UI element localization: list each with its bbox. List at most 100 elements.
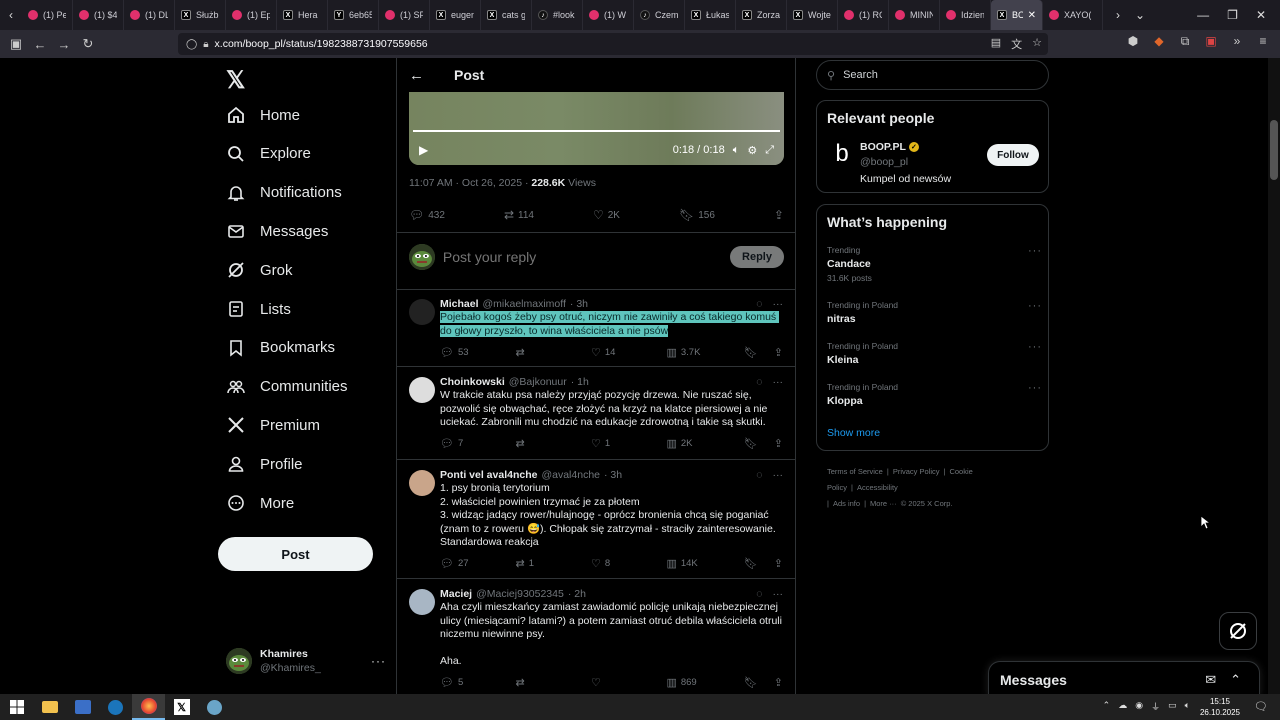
extension-badge-icon[interactable]: ▣	[1202, 34, 1220, 49]
reply-author-handle[interactable]: @Maciej93052345	[476, 588, 564, 600]
browser-tab[interactable]: (1) W	[583, 0, 634, 30]
views-action[interactable]: ▥ 2K	[666, 437, 743, 450]
tray-expand-icon[interactable]: ⌃	[1103, 700, 1111, 713]
reply-button[interactable]: Reply	[730, 246, 784, 268]
volume-icon[interactable]: 🔈︎	[733, 144, 740, 157]
minimize-icon[interactable]: —	[1197, 8, 1209, 22]
notifications-tray-icon[interactable]: 🗨︎	[1254, 700, 1268, 713]
steam-icon[interactable]	[99, 694, 132, 720]
url-bar[interactable]: ◯ 🔒︎ x.com/boop_pl/status/19823887319075…	[178, 33, 1048, 55]
share-icon[interactable]: ⇪	[774, 346, 783, 359]
browser-tab[interactable]: Xcats g	[481, 0, 532, 30]
reply-post[interactable]: Michael @mikaelmaximoff · 3h ◌ ··· Pojebało k…	[397, 291, 795, 359]
heart-action[interactable]: ♡ 8	[591, 557, 666, 570]
reload-icon[interactable]: ↻	[76, 36, 100, 52]
forward-icon[interactable]: →	[52, 37, 76, 52]
lock-icon[interactable]: 🔒︎	[203, 39, 208, 50]
video-progress-bar[interactable]	[413, 130, 780, 132]
bookmark-action[interactable]: 🔖︎ 156	[679, 208, 715, 222]
repost-action[interactable]: ⇄ 114	[504, 208, 534, 222]
more-options-icon[interactable]: ···	[773, 376, 784, 388]
browser-tab[interactable]: Idzien	[940, 0, 991, 30]
avatar[interactable]	[409, 470, 435, 496]
scrollbar-thumb[interactable]	[1270, 120, 1278, 180]
app-menu-icon[interactable]: ≡	[1254, 34, 1272, 49]
boop-avatar[interactable]: b	[829, 140, 855, 167]
reply-action[interactable]: 💬︎ 27	[440, 557, 515, 570]
start-icon[interactable]	[0, 694, 33, 720]
tab-scroll-right-icon[interactable]: ›	[1107, 8, 1129, 22]
reply-action[interactable]: 💬︎ 432	[409, 208, 445, 222]
back-arrow-icon[interactable]: ←	[409, 67, 424, 84]
browser-tab[interactable]: X Łukas	[685, 0, 736, 30]
nav-item-home[interactable]: Home	[226, 97, 300, 133]
settings-icon[interactable]: ⚙	[747, 144, 757, 157]
browser-tab[interactable]: (1) Ep	[226, 0, 277, 30]
browser-tab[interactable]: (1) Pe	[22, 0, 73, 30]
footer-link[interactable]: More ···	[870, 499, 897, 508]
x-app-icon[interactable]: 𝕏	[165, 694, 198, 720]
browser-tab[interactable]: (1) RC	[838, 0, 889, 30]
tab-list-icon[interactable]: ⌄	[1129, 8, 1151, 22]
bookmark-icon[interactable]: 🔖︎	[744, 346, 758, 359]
trend-item[interactable]: Trending Candace 31.6K posts ···	[827, 245, 1042, 283]
more-options-icon[interactable]: ···	[773, 588, 784, 600]
nav-item-grok[interactable]: Grok	[226, 252, 293, 288]
browser-tab[interactable]: X Hera	[277, 0, 328, 30]
share-icon[interactable]: ⇪	[774, 676, 783, 689]
reply-author-name[interactable]: Maciej	[440, 588, 472, 600]
like-action[interactable]: ♡ 2K	[593, 208, 620, 222]
views-action[interactable]: ▥ 3.7K	[666, 346, 743, 359]
avatar[interactable]	[409, 377, 435, 403]
views-action[interactable]: ▥ 869	[666, 676, 743, 689]
sidebar-toggle-icon[interactable]: ▣	[4, 36, 28, 52]
person-name[interactable]: BOOP.PL	[860, 141, 906, 153]
reply-author-handle[interactable]: @mikaelmaximoff	[483, 298, 566, 310]
repost-action[interactable]: ⇄	[515, 676, 590, 689]
avatar[interactable]	[409, 589, 435, 615]
grok-explain-icon[interactable]: ◌	[756, 298, 762, 310]
post-timestamp[interactable]: 11:07 AM · Oct 26, 2025 ·	[409, 177, 531, 189]
show-more-link[interactable]: Show more	[827, 427, 880, 439]
browser-tab[interactable]: (1) SP	[379, 0, 430, 30]
bookmark-icon[interactable]: 🔖︎	[744, 437, 758, 450]
expand-icon[interactable]: ⌃	[1230, 672, 1241, 688]
browser-tab[interactable]: (1) $4	[73, 0, 124, 30]
repost-action[interactable]: ⇄	[515, 437, 590, 450]
bookmark-icon[interactable]: 🔖︎	[744, 557, 758, 570]
footer-link[interactable]: Terms of Service	[827, 467, 883, 476]
nav-item-explore[interactable]: Explore	[226, 136, 311, 172]
close-window-icon[interactable]: ✕	[1256, 8, 1266, 22]
reply-post[interactable]: Choinkowski @Bajkonuur · 1h ◌ ··· W trakcie a…	[397, 369, 795, 450]
translate-icon[interactable]: 文	[1011, 36, 1022, 52]
account-more-icon[interactable]: ···	[371, 654, 386, 668]
post-button[interactable]: Post	[218, 537, 373, 571]
trend-item[interactable]: Trending in Poland Kloppa ···	[827, 382, 1042, 410]
firefox-icon[interactable]	[132, 694, 165, 720]
security-icon[interactable]: ◉	[1135, 700, 1143, 713]
extensions-icon[interactable]: ⧉	[1176, 34, 1194, 49]
account-switcher[interactable]: Khamires @Khamires_ ···	[226, 648, 385, 674]
reply-action[interactable]: 💬︎ 7	[440, 437, 515, 450]
trend-more-icon[interactable]: ···	[1028, 245, 1042, 257]
reply-author-handle[interactable]: @Bajkonuur	[509, 376, 567, 388]
tab-active[interactable]: X BO( ✕	[991, 0, 1043, 30]
nav-item-communities[interactable]: Communities	[226, 369, 348, 405]
fullscreen-icon[interactable]: ⤢	[765, 144, 774, 157]
browser-tab[interactable]: MININ	[889, 0, 940, 30]
nav-item-messages[interactable]: Messages	[226, 213, 328, 249]
app-icon-2[interactable]	[198, 694, 231, 720]
restore-icon[interactable]: ❐	[1227, 8, 1238, 22]
browser-tab[interactable]: Xeugen	[430, 0, 481, 30]
trend-item[interactable]: Trending in Poland Kleina ···	[827, 341, 1042, 369]
url-text[interactable]: x.com/boop_pl/status/1982388731907559656	[215, 38, 428, 50]
nav-item-profile[interactable]: Profile	[226, 446, 303, 482]
network-icon[interactable]: ▭	[1168, 700, 1177, 713]
browser-tab[interactable]: X Służb	[175, 0, 226, 30]
tab-xayo[interactable]: XAYO(	[1043, 0, 1103, 30]
footer-link[interactable]: Privacy Policy	[893, 467, 940, 476]
file-explorer-icon[interactable]	[33, 694, 66, 720]
bookmark-star-icon[interactable]: ☆	[1032, 36, 1042, 52]
tracking-shield-icon[interactable]: ◯	[186, 39, 197, 50]
page-scrollbar[interactable]	[1268, 58, 1280, 694]
